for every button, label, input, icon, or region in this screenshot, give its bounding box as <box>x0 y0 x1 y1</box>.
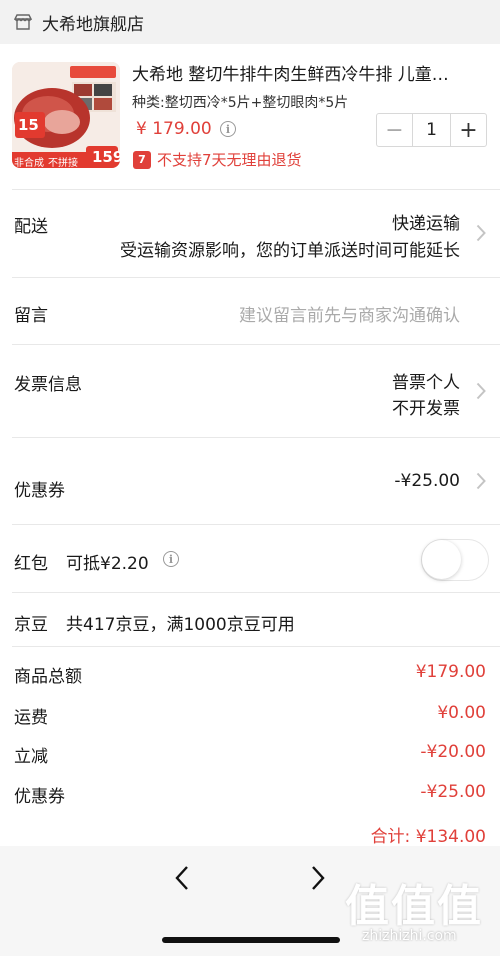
no-return-text: 不支持7天无理由退货 <box>157 151 302 169</box>
thumb-tag-price: 159 <box>92 148 120 166</box>
store-icon <box>14 14 32 30</box>
store-name[interactable]: 大希地旗舰店 <box>42 10 144 35</box>
invoice-label: 发票信息 <box>14 375 82 395</box>
chevron-right-icon[interactable] <box>476 472 486 490</box>
divider <box>12 277 500 278</box>
summary-label-discount: 立减 <box>14 747 48 767</box>
delivery-method[interactable]: 快递运输 <box>392 209 460 234</box>
watermark: 值值值 <box>345 881 483 932</box>
store-header[interactable]: 大希地旗舰店 <box>0 0 500 44</box>
summary-value-discount: -¥20.00 <box>420 742 486 762</box>
divider <box>12 524 500 525</box>
thumb-tag-non-synthetic: 非合成 <box>14 158 44 168</box>
thumb-tag-no-splice: 不拼接 <box>48 158 78 168</box>
divider <box>12 189 500 190</box>
quantity-value[interactable]: 1 <box>412 114 451 146</box>
divider <box>12 646 500 647</box>
product-title[interactable]: 大希地 整切牛排牛肉生鲜西冷牛排 儿童… <box>132 60 488 85</box>
price-info-icon[interactable]: i <box>220 121 236 137</box>
watermark-url: zhizhizhi.com <box>362 928 457 944</box>
divider <box>12 344 500 345</box>
product-price: ¥ 179.00 <box>136 119 212 139</box>
summary-value-shipping: ¥0.00 <box>437 703 486 723</box>
summary-label-subtotal: 商品总额 <box>14 667 82 687</box>
jingdou-label: 京豆 <box>14 615 48 635</box>
no-return-notice: 7 不支持7天无理由退货 <box>133 149 302 170</box>
home-indicator[interactable] <box>162 937 340 943</box>
invoice-type[interactable]: 普票个人 <box>392 368 460 393</box>
quantity-stepper: − 1 + <box>376 113 487 147</box>
coupon-label: 优惠券 <box>14 481 65 501</box>
chevron-right-icon[interactable] <box>308 864 328 892</box>
message-label: 留言 <box>14 306 48 326</box>
redpacket-toggle[interactable] <box>421 539 489 581</box>
jingdou-text: 共417京豆，满1000京豆可用 <box>66 615 295 635</box>
summary-label-coupon: 优惠券 <box>14 787 65 807</box>
toggle-knob <box>422 540 461 579</box>
coupon-value[interactable]: -¥25.00 <box>394 471 460 491</box>
summary-value-subtotal: ¥179.00 <box>415 662 486 682</box>
redpacket-info-icon[interactable]: i <box>163 551 179 567</box>
decrease-button[interactable]: − <box>377 114 412 146</box>
product-item: 15 非合成 不拼接 159 大希地 整切牛排牛肉生鲜西冷牛排 儿童… 种类:整… <box>12 56 488 176</box>
product-spec[interactable]: 种类:整切西冷*5片+整切眼肉*5片 <box>132 92 348 112</box>
increase-button[interactable]: + <box>451 114 486 146</box>
delivery-notice[interactable]: 受运输资源影响，您的订单派送时间可能延长 <box>120 236 460 261</box>
redpacket-deductible: 可抵¥2.20 <box>66 554 149 574</box>
no-return-icon: 7 <box>133 150 151 169</box>
chevron-left-icon[interactable] <box>172 864 192 892</box>
chevron-right-icon[interactable] <box>476 224 486 242</box>
chevron-right-icon[interactable] <box>476 382 486 400</box>
delivery-label: 配送 <box>14 217 48 237</box>
divider <box>12 437 500 438</box>
divider <box>12 592 500 593</box>
product-thumbnail[interactable]: 15 非合成 不拼接 159 <box>12 62 120 168</box>
order-total: 合计: ¥134.00 <box>370 827 486 847</box>
message-input[interactable]: 建议留言前先与商家沟通确认 <box>239 301 460 326</box>
invoice-status[interactable]: 不开发票 <box>392 394 460 419</box>
summary-label-shipping: 运费 <box>14 708 48 728</box>
thumb-badge-15: 15 <box>18 116 39 134</box>
redpacket-label: 红包 <box>14 554 48 574</box>
summary-value-coupon: -¥25.00 <box>420 782 486 802</box>
